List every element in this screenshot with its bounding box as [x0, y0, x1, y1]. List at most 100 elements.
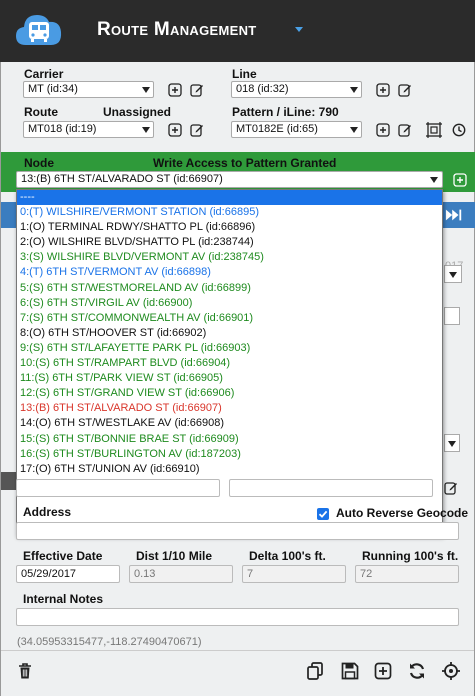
locate-button[interactable]: [441, 661, 461, 681]
edit-carrier-button[interactable]: [189, 82, 205, 98]
add-node-button[interactable]: [452, 172, 468, 188]
effective-date-label: Effective Date: [23, 549, 103, 563]
dropdown-option[interactable]: 10:(S) 6TH ST/RAMPART BLVD (id:66904): [17, 356, 442, 371]
auto-reverse-geocode-checkbox[interactable]: [317, 508, 329, 520]
internal-notes-label: Internal Notes: [23, 592, 104, 606]
chevron-down-icon[interactable]: [295, 27, 303, 32]
node-select[interactable]: 13:(B) 6TH ST/ALVARADO ST (id:66907): [16, 171, 443, 188]
add-pattern-button[interactable]: [375, 122, 391, 138]
coordinates-readout: (34.05953315477,-118.27490470671): [17, 636, 202, 648]
app-title[interactable]: Route Management: [97, 19, 257, 41]
add-button[interactable]: [373, 661, 393, 681]
save-button[interactable]: [340, 661, 360, 681]
dropdown-option[interactable]: ----: [17, 190, 442, 206]
copy-button[interactable]: [305, 661, 325, 681]
dropdown-option[interactable]: 4:(T) 6TH ST/VERMONT AV (id:66898): [17, 265, 442, 280]
address-label: Address: [23, 505, 72, 519]
edit-line-button[interactable]: [397, 82, 413, 98]
checkmark-icon: [318, 510, 328, 518]
carrier-value: MT (id:34): [28, 83, 78, 95]
auto-reverse-geocode-label: Auto Reverse Geocode: [336, 506, 469, 520]
edit-icon: [444, 482, 457, 495]
pattern-select[interactable]: MT0182E (id:65): [231, 121, 362, 138]
dropdown-option[interactable]: 13:(B) 6TH ST/ALVARADO ST (id:66907): [17, 401, 442, 416]
carrier-select[interactable]: MT (id:34): [23, 81, 154, 98]
effective-date-input[interactable]: 05/29/2017: [16, 565, 120, 583]
add-carrier-button[interactable]: [167, 82, 183, 98]
pattern-value: MT0182E (id:65): [236, 123, 318, 135]
refresh-button[interactable]: [407, 661, 427, 681]
trash-icon: [19, 663, 31, 679]
carrier-label: Carrier: [24, 67, 64, 81]
dropdown-arrow-icon: [430, 177, 438, 183]
dropdown-option[interactable]: 16:(S) 6TH ST/BURLINGTON AV (id:187203): [17, 447, 442, 462]
add-line-button[interactable]: [375, 82, 391, 98]
line-select[interactable]: 018 (id:32): [231, 81, 362, 98]
plus-square-icon: [168, 123, 182, 137]
hidden-select-edge-2[interactable]: [444, 434, 460, 452]
edit-icon: [190, 84, 203, 97]
pattern-label: Pattern / iLine: 790: [232, 105, 339, 119]
edit-icon: [190, 124, 203, 137]
address-input[interactable]: [16, 522, 459, 540]
route-label: Route: [24, 105, 58, 119]
copy-icon: [307, 662, 323, 680]
dropdown-option[interactable]: 5:(S) 6TH ST/WESTMORELAND AV (id:66899): [17, 281, 442, 296]
dropdown-option[interactable]: 14:(O) 6TH ST/WESTLAKE AV (id:66908): [17, 416, 442, 431]
node-value: 13:(B) 6TH ST/ALVARADO ST (id:66907): [21, 173, 223, 185]
plus-square-icon: [376, 123, 390, 137]
dropdown-arrow-icon: [449, 272, 457, 278]
stop-name-input[interactable]: [16, 479, 220, 497]
route-select[interactable]: MT018 (id:19): [23, 121, 154, 138]
floppy-disk-icon: [341, 662, 359, 680]
delete-button[interactable]: [15, 661, 35, 681]
dropdown-option[interactable]: 6:(S) 6TH ST/VIRGIL AV (id:66900): [17, 296, 442, 311]
node-label: Node: [24, 156, 54, 170]
edit-icon: [398, 84, 411, 97]
dropdown-option[interactable]: 17:(O) 6TH ST/UNION AV (id:66910): [17, 462, 442, 477]
add-route-button[interactable]: [167, 122, 183, 138]
dropdown-option[interactable]: 3:(S) WILSHIRE BLVD/VERMONT AV (id:23874…: [17, 250, 442, 265]
map-strip: [1, 472, 16, 490]
delta-label: Delta 100's ft.: [249, 549, 326, 563]
dropdown-arrow-icon: [448, 441, 456, 447]
dropdown-arrow-icon: [350, 87, 358, 93]
route-management-panel: Carrier MT (id:34) Line 018 (id:32) Rout…: [0, 62, 475, 696]
dropdown-option[interactable]: 2:(O) WILSHIRE BLVD/SHATTO PL (id:238744…: [17, 235, 442, 250]
plus-square-icon: [376, 83, 390, 97]
bus-cloud-logo-icon: [14, 9, 64, 49]
dist-input: 0.13: [129, 565, 233, 583]
fast-forward-end-icon: [445, 209, 462, 221]
internal-notes-input[interactable]: [16, 608, 459, 626]
app-header: Route Management: [0, 0, 475, 62]
hidden-select-edge[interactable]: [444, 265, 462, 283]
player-bar-left: [1, 202, 16, 228]
hidden-input-edge[interactable]: [444, 307, 460, 325]
plus-square-icon: [168, 83, 182, 97]
dropdown-option[interactable]: 11:(S) 6TH ST/PARK VIEW ST (id:66905): [17, 371, 442, 386]
crosshairs-icon: [442, 662, 460, 680]
stop-code-input[interactable]: [229, 479, 433, 497]
dropdown-arrow-icon: [142, 87, 150, 93]
node-bar: Node Write Access to Pattern Granted 13:…: [1, 152, 475, 192]
edit-route-button[interactable]: [189, 122, 205, 138]
dist-label: Dist 1/10 Mile: [136, 549, 213, 563]
edit-pattern-button[interactable]: [397, 122, 413, 138]
edit-stop-button[interactable]: [443, 480, 459, 496]
footer-toolbar: [1, 650, 474, 696]
line-value: 018 (id:32): [236, 83, 289, 95]
edit-icon: [398, 124, 411, 137]
dropdown-option[interactable]: 7:(S) 6TH ST/COMMONWEALTH AV (id:66901): [17, 311, 442, 326]
dropdown-option[interactable]: 0:(T) WILSHIRE/VERMONT STATION (id:66895…: [17, 205, 442, 220]
dropdown-option[interactable]: 9:(S) 6TH ST/LAFAYETTE PARK PL (id:66903…: [17, 341, 442, 356]
dropdown-option[interactable]: 8:(O) 6TH ST/HOOVER ST (id:66902): [17, 326, 442, 341]
dropdown-option[interactable]: 1:(O) TERMINAL RDWY/SHATTO PL (id:66896): [17, 220, 442, 235]
player-bar-right[interactable]: [443, 202, 475, 228]
running-input: 72: [355, 565, 459, 583]
dropdown-arrow-icon: [142, 127, 150, 133]
dropdown-option[interactable]: 12:(S) 6TH ST/GRAND VIEW ST (id:66906): [17, 386, 442, 401]
dropdown-option[interactable]: 15:(S) 6TH ST/BONNIE BRAE ST (id:66909): [17, 432, 442, 447]
pattern-history-button[interactable]: [451, 122, 467, 138]
pattern-frame-button[interactable]: [425, 121, 443, 139]
refresh-icon: [409, 663, 425, 679]
